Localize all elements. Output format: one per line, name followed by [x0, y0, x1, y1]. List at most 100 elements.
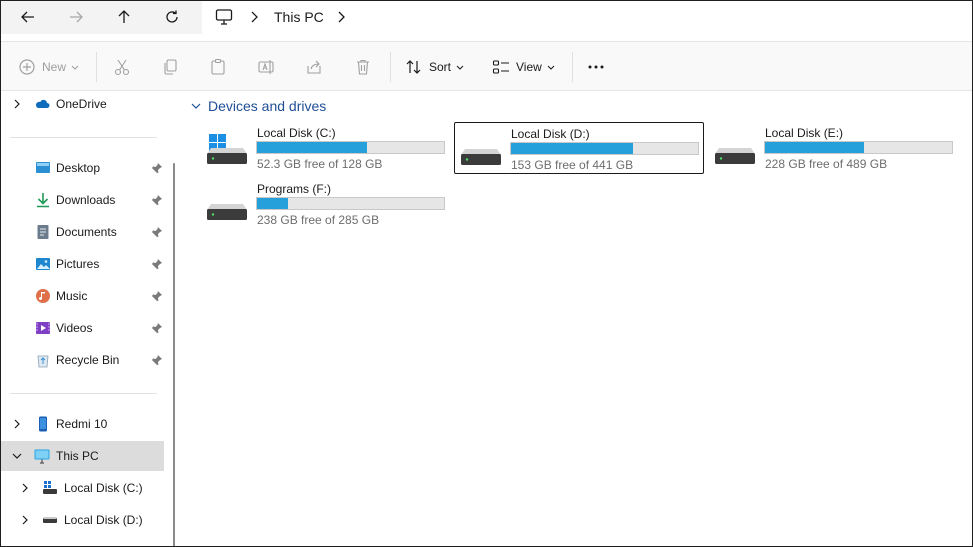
chevron-down-icon — [456, 65, 464, 70]
group-title: Devices and drives — [208, 98, 327, 114]
chevron-down-icon[interactable] — [12, 450, 22, 462]
chevron-right-icon[interactable] — [12, 98, 22, 110]
sidebar-item-pictures[interactable]: Pictures — [1, 249, 164, 279]
group-header-devices-and-drives[interactable]: Devices and drives — [191, 98, 326, 114]
sidebar-item-onedrive[interactable]: OneDrive — [1, 89, 164, 119]
drive-icon — [43, 517, 57, 523]
chevron-right-icon[interactable] — [20, 514, 30, 526]
forward-arrow-icon — [70, 11, 83, 23]
back-button[interactable] — [15, 5, 41, 29]
drive-name: Local Disk (E:) — [765, 126, 844, 140]
sidebar-item-label: Videos — [56, 321, 93, 335]
sidebar-item-desktop[interactable]: Desktop — [1, 153, 164, 183]
back-arrow-icon — [21, 11, 34, 23]
chevron-right-icon[interactable] — [20, 482, 30, 494]
drive-free-space: 153 GB free of 441 GB — [511, 158, 634, 172]
drive-usage-fill — [511, 143, 633, 154]
drive-name: Programs (F:) — [257, 182, 332, 196]
command-bar: New Sort View — [1, 41, 972, 91]
phone-icon — [39, 416, 47, 432]
pin-icon[interactable] — [151, 322, 163, 334]
chevron-down-icon — [191, 103, 201, 109]
pin-icon[interactable] — [151, 354, 163, 366]
drive-icon — [461, 149, 501, 165]
refresh-button[interactable] — [159, 5, 185, 29]
paste-button[interactable] — [209, 56, 227, 78]
breadcrumb[interactable]: This PC — [202, 1, 972, 34]
share-button[interactable] — [305, 56, 323, 78]
recycle-bin-icon — [37, 355, 49, 368]
pin-icon[interactable] — [151, 290, 163, 302]
view-button[interactable]: View — [492, 56, 555, 78]
paste-icon — [211, 58, 225, 75]
drive-icon — [207, 204, 247, 220]
onedrive-cloud-icon — [35, 99, 50, 108]
drive-free-space: 52.3 GB free of 128 GB — [257, 157, 383, 171]
new-button[interactable]: New — [18, 56, 79, 78]
drive-tile-c[interactable]: Local Disk (C:) 52.3 GB free of 128 GB — [201, 122, 451, 174]
sort-icon — [406, 60, 421, 74]
drive-free-space: 228 GB free of 489 GB — [765, 157, 888, 171]
sidebar-item-downloads[interactable]: Downloads — [1, 185, 164, 215]
sidebar-item-redmi-10[interactable]: Redmi 10 — [1, 409, 164, 439]
downloads-icon — [37, 193, 49, 208]
more-dots-icon — [588, 65, 604, 69]
sidebar-item-local-disk-c[interactable]: Local Disk (C:) — [1, 473, 164, 503]
sidebar-item-label: Redmi 10 — [56, 417, 108, 431]
sidebar-item-this-pc[interactable]: This PC — [1, 441, 164, 471]
pin-icon[interactable] — [151, 226, 163, 238]
drive-usage-bar — [256, 197, 445, 210]
sidebar-item-label: Documents — [56, 225, 117, 239]
delete-button[interactable] — [354, 56, 372, 78]
toolbar-divider — [96, 52, 97, 82]
sidebar-divider — [10, 393, 157, 394]
drive-tile-e[interactable]: Local Disk (E:) 228 GB free of 489 GB — [709, 122, 959, 174]
sidebar-item-documents[interactable]: Documents — [1, 217, 164, 247]
sidebar-item-label: OneDrive — [56, 97, 107, 111]
copy-icon — [164, 59, 177, 75]
chevron-right-icon[interactable] — [249, 10, 259, 24]
rename-button[interactable] — [257, 56, 275, 78]
cut-icon — [114, 59, 130, 76]
forward-button[interactable] — [63, 5, 89, 29]
breadcrumb-this-pc[interactable]: This PC — [274, 9, 324, 25]
drive-usage-fill — [257, 142, 367, 153]
drive-icon — [715, 148, 755, 164]
sidebar-item-videos[interactable]: Videos — [1, 313, 164, 343]
copy-button[interactable] — [161, 56, 179, 78]
toolbar-divider — [572, 52, 573, 82]
this-pc-icon — [34, 449, 50, 464]
view-list-icon — [492, 60, 509, 74]
pin-icon[interactable] — [151, 162, 163, 174]
sidebar-divider — [10, 137, 157, 138]
share-icon — [307, 60, 321, 74]
sidebar-item-recycle-bin[interactable]: Recycle Bin — [1, 345, 164, 375]
chevron-right-icon[interactable] — [12, 418, 22, 430]
cut-button[interactable] — [113, 56, 131, 78]
sidebar-item-music[interactable]: Music — [1, 281, 164, 311]
videos-icon — [36, 322, 50, 334]
drive-tile-f[interactable]: Programs (F:) 238 GB free of 285 GB — [201, 178, 451, 230]
drive-usage-fill — [257, 198, 288, 209]
documents-icon — [37, 225, 49, 239]
chevron-right-icon[interactable] — [336, 10, 346, 24]
more-options-button[interactable] — [587, 56, 605, 78]
sidebar-item-label: Local Disk (D:) — [64, 513, 143, 527]
pin-icon[interactable] — [151, 194, 163, 206]
chevron-down-icon — [71, 65, 79, 70]
plus-circle-icon — [19, 59, 35, 75]
sidebar-item-label: Recycle Bin — [56, 353, 120, 367]
desktop-icon — [36, 162, 50, 173]
drive-name: Local Disk (C:) — [257, 126, 336, 140]
trash-icon — [357, 59, 369, 75]
up-button[interactable] — [111, 5, 137, 29]
sort-button[interactable]: Sort — [405, 56, 464, 78]
sidebar-item-label: Music — [56, 289, 88, 303]
pin-icon[interactable] — [151, 258, 163, 270]
drive-name: Local Disk (D:) — [511, 127, 590, 141]
refresh-icon — [166, 10, 178, 23]
new-label: New — [42, 60, 67, 74]
drive-tile-d[interactable]: Local Disk (D:) 153 GB free of 441 GB — [454, 122, 704, 174]
sidebar-item-local-disk-d[interactable]: Local Disk (D:) — [1, 505, 164, 535]
sidebar-scrollbar[interactable] — [173, 163, 175, 546]
